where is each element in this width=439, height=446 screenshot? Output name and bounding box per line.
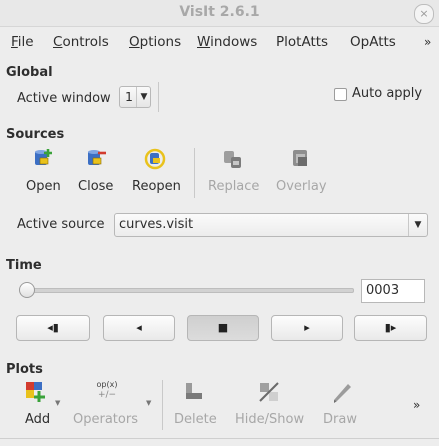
draw-icon — [334, 384, 351, 403]
operators-label: Operators — [73, 412, 138, 427]
reopen-database-icon — [144, 148, 166, 170]
open-database-icon — [35, 149, 52, 165]
overlay-database-button[interactable] — [289, 147, 313, 175]
reverse-step-button[interactable]: ◂▮ — [16, 315, 90, 341]
reverse-play-button[interactable]: ◂ — [103, 315, 175, 341]
active-source-select[interactable]: curves.visit ▼ — [114, 213, 428, 237]
global-heading: Global — [6, 65, 53, 80]
reopen-database-button[interactable] — [143, 147, 167, 175]
chevron-down-icon: ▼ — [146, 399, 152, 407]
open-label: Open — [26, 179, 61, 194]
auto-apply-label[interactable]: Auto apply — [352, 86, 422, 101]
time-state-field[interactable]: 0003 — [361, 279, 425, 303]
operators-button[interactable]: op(x) +/− — [92, 380, 122, 400]
plots-overflow-button[interactable]: » — [413, 398, 420, 412]
forward-step-button[interactable]: ▮▸ — [354, 315, 427, 341]
active-window-value: 1 — [125, 89, 133, 104]
menu-windows[interactable]: Windows — [197, 34, 257, 50]
close-label: Close — [78, 179, 114, 194]
delete-label: Delete — [174, 412, 217, 427]
divider — [158, 82, 159, 112]
auto-apply-checkbox[interactable] — [334, 88, 347, 101]
divider — [194, 148, 195, 198]
plots-heading: Plots — [6, 362, 43, 377]
operators-icon-glyph: +/− — [97, 390, 117, 400]
chevron-down-icon: ▼ — [55, 399, 61, 407]
time-heading: Time — [6, 258, 42, 273]
play-button[interactable]: ▸ — [271, 315, 343, 341]
hide-show-icon — [259, 382, 279, 402]
menu-plotatts[interactable]: PlotAtts — [276, 34, 328, 50]
close-window-button[interactable]: × — [414, 4, 434, 24]
add-label: Add — [25, 412, 51, 427]
overlay-label: Overlay — [276, 179, 327, 194]
time-slider-track[interactable] — [22, 288, 354, 293]
overlay-database-icon — [293, 150, 307, 166]
time-state-value: 0003 — [366, 283, 400, 298]
replace-database-button[interactable] — [221, 147, 245, 175]
chevron-down-icon: ▼ — [408, 214, 427, 236]
reopen-label: Reopen — [132, 179, 181, 194]
hide-show-button[interactable] — [257, 380, 281, 408]
add-plot-button[interactable] — [24, 380, 48, 408]
menu-overflow-button[interactable]: » — [424, 35, 431, 49]
close-database-button[interactable] — [84, 147, 108, 175]
stop-button[interactable]: ■ — [187, 315, 259, 341]
draw-button[interactable] — [330, 380, 354, 408]
sources-heading: Sources — [6, 127, 65, 142]
divider — [162, 380, 163, 430]
operators-icon: op(x) — [96, 380, 118, 389]
chevron-down-icon: ▼ — [136, 87, 151, 107]
replace-database-icon — [224, 151, 241, 168]
active-source-label: Active source — [17, 217, 105, 232]
active-window-label: Active window — [17, 91, 111, 106]
draw-label: Draw — [323, 412, 357, 427]
menu-controls[interactable]: Controls — [53, 34, 109, 50]
menu-file[interactable]: File — [11, 34, 34, 50]
bottom-divider — [0, 438, 439, 439]
window-title: VisIt 2.6.1 — [179, 4, 260, 20]
menu-options[interactable]: Options — [129, 34, 181, 50]
replace-label: Replace — [208, 179, 260, 194]
menu-opatts[interactable]: OpAtts — [350, 34, 396, 50]
active-source-value: curves.visit — [119, 217, 194, 232]
hide-show-label: Hide/Show — [235, 412, 305, 427]
time-slider-handle[interactable] — [19, 282, 35, 298]
add-plot-icon — [26, 382, 45, 402]
active-window-spinner[interactable]: 1 ▼ — [119, 86, 151, 108]
delete-plot-button[interactable] — [182, 380, 206, 408]
delete-plot-icon — [186, 383, 202, 399]
open-database-button[interactable] — [31, 147, 55, 175]
close-database-icon — [88, 150, 106, 165]
